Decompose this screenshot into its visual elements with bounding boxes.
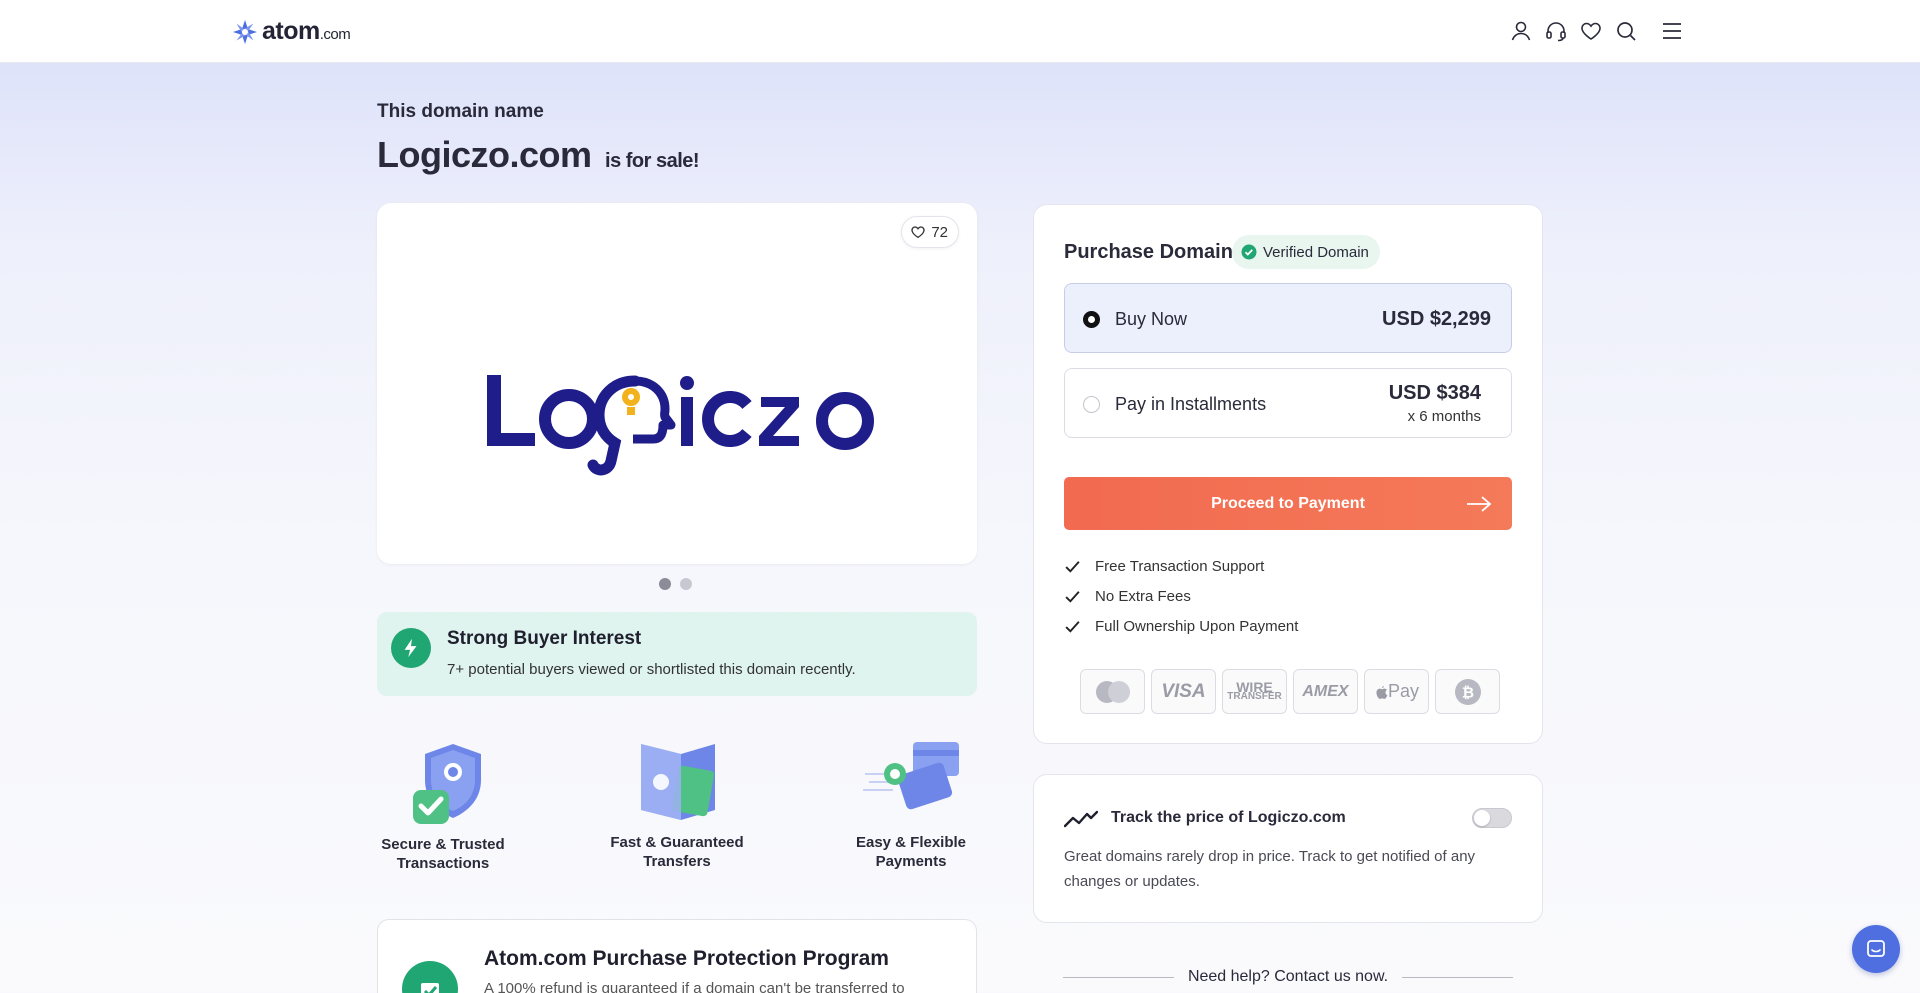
track-price-card: Track the price of Logiczo.com Great dom… (1033, 774, 1543, 923)
mastercard-icon (1080, 669, 1145, 714)
protection-text: A 100% refund is guaranteed if a domain … (484, 980, 905, 993)
bitcoin-icon: ₿ (1435, 669, 1500, 714)
amex-icon: AMEX (1293, 669, 1358, 714)
feature-flexible: Easy & Flexible Payments (826, 738, 996, 871)
logiczo-logo (485, 363, 885, 491)
like-button[interactable]: 72 (901, 216, 959, 248)
track-title: Track the price of Logiczo.com (1111, 809, 1346, 826)
top-navigation-bar: atom.com (0, 0, 1920, 63)
chat-icon (1867, 940, 1885, 957)
carousel-dot-2[interactable] (680, 578, 692, 590)
toggle-knob (1474, 810, 1490, 826)
arrow-right-icon (1467, 496, 1492, 512)
contact-link[interactable]: Need help? Contact us now. (1188, 968, 1388, 986)
feature-label: Fast & Guaranteed Transfers (610, 834, 744, 870)
interest-text: 7+ potential buyers viewed or shortliste… (447, 661, 856, 678)
like-count: 72 (931, 223, 948, 241)
feature-label: Easy & Flexible Payments (855, 834, 967, 870)
headset-icon[interactable] (1544, 19, 1568, 43)
menu-icon[interactable] (1660, 19, 1684, 43)
verified-check-icon (1241, 244, 1257, 260)
benefit-item: No Extra Fees (1064, 588, 1191, 605)
option-label: Buy Now (1115, 309, 1188, 329)
visa-icon: VISA (1151, 669, 1216, 714)
benefit-item: Full Ownership Upon Payment (1064, 618, 1298, 635)
search-icon[interactable] (1614, 19, 1638, 43)
verified-badge: Verified Domain (1232, 235, 1380, 269)
wire-transfer-icon: WIRE TRANSFER (1222, 669, 1287, 714)
interest-title: Strong Buyer Interest (447, 628, 642, 649)
domain-headline: Logiczo.com is for sale! (377, 134, 700, 176)
heart-icon[interactable] (1579, 19, 1603, 43)
feature-fast: Fast & Guaranteed Transfers (592, 738, 762, 871)
proceed-to-payment-button[interactable]: Proceed to Payment (1064, 477, 1512, 530)
radio-buy-now[interactable] (1083, 311, 1100, 328)
cards-icon (863, 742, 959, 810)
option-term: x 6 months (1407, 408, 1481, 425)
atom-logo[interactable]: atom.com (231, 17, 351, 46)
user-icon[interactable] (1509, 19, 1533, 43)
heart-icon (911, 226, 925, 239)
headline-intro: This domain name (377, 101, 544, 122)
purchase-domain-card: Purchase Domain Verified Domain Buy Now … (1033, 204, 1543, 744)
lightning-icon (391, 628, 431, 668)
domain-logo-card[interactable]: 72 (377, 203, 977, 564)
purchase-title: Purchase Domain (1064, 241, 1233, 263)
check-icon (1065, 591, 1080, 603)
divider-line (1063, 976, 1174, 978)
apple-pay-icon: Pay (1364, 669, 1429, 714)
domain-name: Logiczo.com (377, 134, 592, 175)
radio-installments[interactable] (1083, 396, 1100, 413)
feature-label: Secure & Trusted Transactions (381, 836, 505, 872)
option-price: USD $384 (1388, 382, 1481, 404)
payment-methods: VISA WIRE TRANSFER AMEX Pay ₿ (1080, 669, 1500, 714)
for-sale-suffix: is for sale! (605, 150, 700, 172)
check-icon (1065, 561, 1080, 573)
divider-line (1402, 976, 1514, 978)
svg-text:₿: ₿ (1461, 683, 1473, 701)
carousel-dot-1[interactable] (659, 578, 671, 590)
option-buy-now[interactable]: Buy Now USD $2,299 (1064, 283, 1512, 353)
track-description: Great domains rarely drop in price. Trac… (1064, 848, 1476, 890)
benefit-item: Free Transaction Support (1064, 558, 1264, 575)
help-divider: Need help? Contact us now. (1063, 968, 1514, 986)
trend-icon (1064, 810, 1098, 828)
wallet-icon (641, 744, 715, 820)
protection-check-icon (402, 961, 458, 993)
shield-icon (413, 744, 481, 824)
check-icon (1065, 621, 1080, 633)
protection-title: Atom.com Purchase Protection Program (484, 947, 889, 970)
brand-name: atom.com (262, 17, 351, 45)
carousel-dots (659, 578, 692, 590)
buyer-interest-banner: Strong Buyer Interest 7+ potential buyer… (377, 612, 977, 696)
feature-secure: Secure & Trusted Transactions (358, 740, 528, 873)
option-price: USD $2,299 (1382, 308, 1491, 330)
option-label: Pay in Installments (1115, 394, 1267, 414)
track-price-toggle[interactable] (1472, 808, 1512, 828)
chat-button[interactable] (1852, 925, 1900, 973)
option-installments[interactable]: Pay in Installments USD $384 x 6 months (1064, 368, 1512, 438)
atom-star-icon (233, 19, 257, 44)
purchase-protection-card: Atom.com Purchase Protection Program A 1… (377, 919, 977, 993)
